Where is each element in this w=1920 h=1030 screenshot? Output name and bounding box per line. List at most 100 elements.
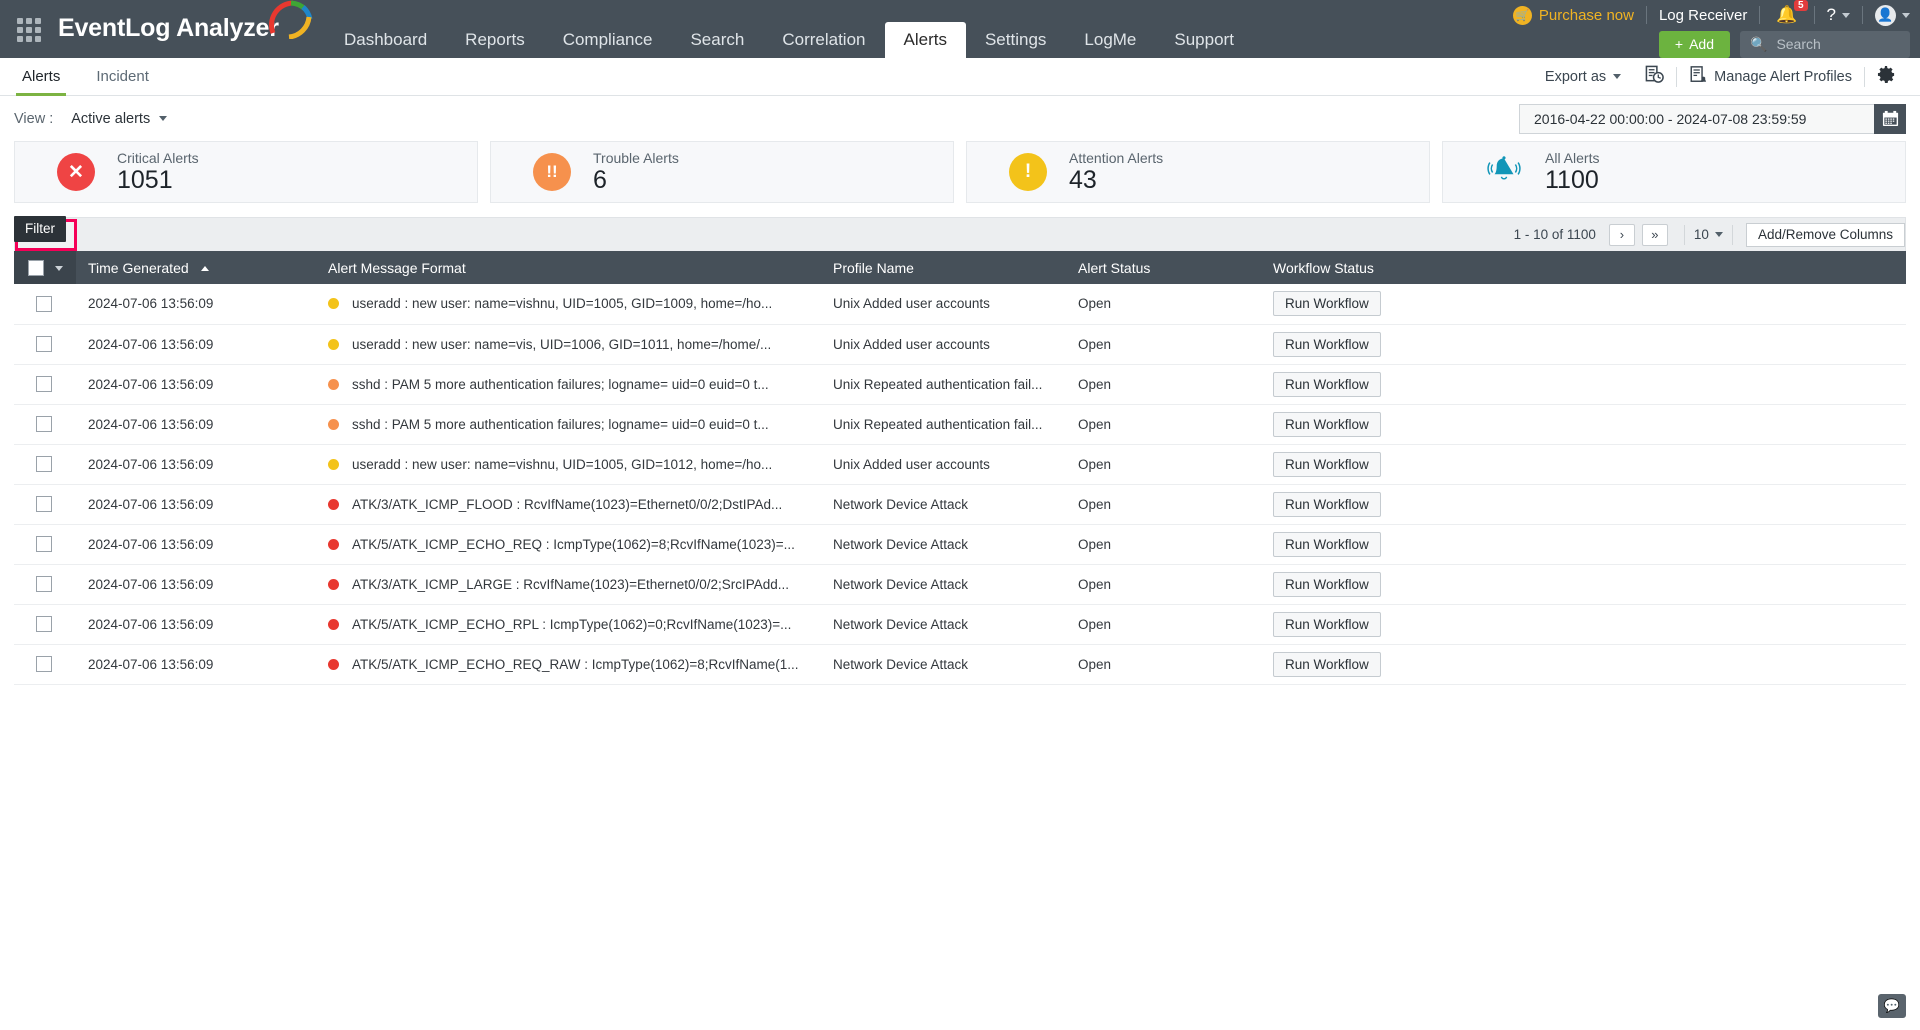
log-receiver-link[interactable]: Log Receiver [1659,7,1747,24]
settings-button[interactable] [1865,65,1908,88]
row-select-cell[interactable] [14,604,76,644]
table-row[interactable]: 2024-07-06 13:56:09 ATK/5/ATK_ICMP_ECHO_… [14,524,1906,564]
export-as-dropdown[interactable]: Export as [1533,69,1633,85]
card-trouble-alerts[interactable]: !! Trouble Alerts 6 [490,141,954,203]
run-workflow-button[interactable]: Run Workflow [1273,612,1381,637]
view-filter-row: View : Active alerts 2016-04-22 00:00:00… [0,96,1920,141]
row-checkbox[interactable] [36,416,52,432]
row-select-cell[interactable] [14,484,76,524]
row-checkbox[interactable] [36,376,52,392]
tab-alerts[interactable]: Alerts [8,58,74,96]
help-menu[interactable]: ? [1827,5,1850,25]
nav-item-settings[interactable]: Settings [966,22,1065,58]
cell-workflow-status: Run Workflow [1261,564,1906,604]
row-checkbox[interactable] [36,496,52,512]
nav-item-logme[interactable]: LogMe [1065,22,1155,58]
alert-message-text: useradd : new user: name=vishnu, UID=100… [352,457,772,472]
run-workflow-button[interactable]: Run Workflow [1273,332,1381,357]
nav-item-search[interactable]: Search [671,22,763,58]
run-workflow-button[interactable]: Run Workflow [1273,492,1381,517]
row-select-cell[interactable] [14,564,76,604]
table-row[interactable]: 2024-07-06 13:56:09 useradd : new user: … [14,284,1906,324]
table-row[interactable]: 2024-07-06 13:56:09 ATK/3/ATK_ICMP_FLOOD… [14,484,1906,524]
next-page-button[interactable]: › [1609,224,1635,246]
row-checkbox[interactable] [36,536,52,552]
run-workflow-button[interactable]: Run Workflow [1273,652,1381,677]
cell-time-generated: 2024-07-06 13:56:09 [76,324,316,364]
nav-item-compliance[interactable]: Compliance [544,22,672,58]
notifications-button[interactable]: 🔔 5 [1772,6,1801,25]
row-select-cell[interactable] [14,524,76,564]
row-select-cell[interactable] [14,324,76,364]
page-size-dropdown[interactable]: 10 [1694,227,1723,242]
table-row[interactable]: 2024-07-06 13:56:09 useradd : new user: … [14,324,1906,364]
chevron-down-icon [1715,232,1723,237]
chat-support-button[interactable]: 💬 [1878,994,1906,1018]
purchase-now-link[interactable]: 🛒 Purchase now [1513,6,1634,25]
table-row[interactable]: 2024-07-06 13:56:09 useradd : new user: … [14,444,1906,484]
nav-item-alerts[interactable]: Alerts [885,22,966,58]
run-workflow-button[interactable]: Run Workflow [1273,412,1381,437]
bell-icon [1485,153,1523,191]
last-page-button[interactable]: » [1642,224,1668,246]
nav-item-support[interactable]: Support [1155,22,1253,58]
date-range-value[interactable]: 2016-04-22 00:00:00 - 2024-07-08 23:59:5… [1519,104,1874,134]
add-button[interactable]: + Add [1659,31,1730,58]
run-workflow-button[interactable]: Run Workflow [1273,532,1381,557]
search-input[interactable] [1776,36,1900,52]
user-menu[interactable]: 👤 [1875,5,1910,26]
add-remove-columns-button[interactable]: Add/Remove Columns [1746,223,1905,247]
table-row[interactable]: 2024-07-06 13:56:09 ATK/5/ATK_ICMP_ECHO_… [14,644,1906,684]
run-workflow-button[interactable]: Run Workflow [1273,452,1381,477]
severity-dot-icon [328,579,339,590]
nav-item-dashboard[interactable]: Dashboard [325,22,446,58]
row-checkbox[interactable] [36,616,52,632]
run-workflow-button[interactable]: Run Workflow [1273,572,1381,597]
divider [1862,6,1863,24]
column-header-workflow-status[interactable]: Workflow Status [1261,251,1906,284]
chevron-down-icon[interactable] [55,266,63,271]
run-workflow-button[interactable]: Run Workflow [1273,291,1381,316]
tab-incident[interactable]: Incident [82,58,163,96]
select-all-checkbox[interactable] [28,260,44,276]
row-checkbox[interactable] [36,456,52,472]
nav-item-reports[interactable]: Reports [446,22,544,58]
card-value: 6 [593,167,679,193]
table-row[interactable]: 2024-07-06 13:56:09 ATK/3/ATK_ICMP_LARGE… [14,564,1906,604]
alerts-table-body: 2024-07-06 13:56:09 useradd : new user: … [14,284,1906,684]
row-select-cell[interactable] [14,444,76,484]
table-row[interactable]: 2024-07-06 13:56:09 sshd : PAM 5 more au… [14,364,1906,404]
apps-grid-icon[interactable] [12,13,46,47]
card-attention-alerts[interactable]: ! Attention Alerts 43 [966,141,1430,203]
row-select-cell[interactable] [14,284,76,324]
nav-item-correlation[interactable]: Correlation [763,22,884,58]
global-search-box[interactable]: 🔍 [1740,31,1910,58]
run-workflow-button[interactable]: Run Workflow [1273,372,1381,397]
row-checkbox[interactable] [36,576,52,592]
card-all-alerts[interactable]: All Alerts 1100 [1442,141,1906,203]
card-critical-alerts[interactable]: ✕ Critical Alerts 1051 [14,141,478,203]
row-checkbox[interactable] [36,336,52,352]
row-checkbox[interactable] [36,656,52,672]
column-header-profile-name[interactable]: Profile Name [821,251,1066,284]
column-header-alert-status[interactable]: Alert Status [1066,251,1261,284]
row-checkbox[interactable] [36,296,52,312]
view-label: View : [14,111,53,127]
brand-logo[interactable]: EventLog Analyzer [58,8,313,48]
calendar-icon[interactable] [1874,104,1906,134]
select-all-header[interactable] [14,251,76,284]
cell-alert-message: ATK/5/ATK_ICMP_ECHO_RPL : IcmpType(1062)… [316,604,821,644]
date-range-picker[interactable]: 2016-04-22 00:00:00 - 2024-07-08 23:59:5… [1519,104,1906,134]
row-select-cell[interactable] [14,364,76,404]
table-row[interactable]: 2024-07-06 13:56:09 ATK/5/ATK_ICMP_ECHO_… [14,604,1906,644]
cell-time-generated: 2024-07-06 13:56:09 [76,404,316,444]
manage-alert-profiles-button[interactable]: Manage Alert Profiles [1677,65,1864,88]
column-header-time-generated[interactable]: Time Generated [76,251,316,284]
view-selector-dropdown[interactable]: Active alerts [71,111,167,127]
column-header-alert-message-format[interactable]: Alert Message Format [316,251,821,284]
cell-profile-name: Unix Repeated authentication fail... [821,404,1066,444]
row-select-cell[interactable] [14,404,76,444]
schedule-report-button[interactable] [1633,65,1676,88]
row-select-cell[interactable] [14,644,76,684]
table-row[interactable]: 2024-07-06 13:56:09 sshd : PAM 5 more au… [14,404,1906,444]
